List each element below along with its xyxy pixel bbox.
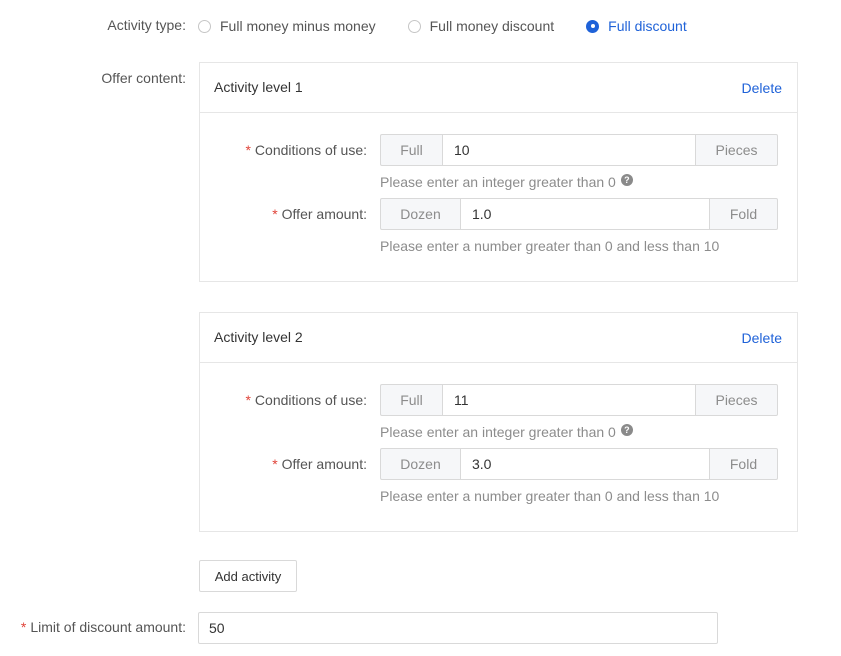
panel-header: Activity level 2 Delete bbox=[200, 313, 797, 363]
offer-suffix: Fold bbox=[710, 198, 778, 230]
offer-suffix: Fold bbox=[710, 448, 778, 480]
limit-of-discount-amount-label: * Limit of discount amount: bbox=[20, 619, 186, 635]
conditions-of-use-label: * Conditions of use: bbox=[245, 392, 367, 408]
radio-checked-icon bbox=[586, 19, 600, 33]
conditions-suffix: Pieces bbox=[696, 134, 778, 166]
radio-label: Full money discount bbox=[429, 18, 555, 34]
offer-amount-input[interactable]: 1.0 bbox=[460, 198, 710, 230]
required-mark: * bbox=[272, 456, 278, 472]
panel-header: Activity level 1 Delete bbox=[200, 63, 797, 113]
offer-amount-input[interactable]: 3.0 bbox=[460, 448, 710, 480]
panel-title: Activity level 2 bbox=[214, 329, 303, 345]
radio-circle-icon bbox=[407, 19, 421, 33]
activity-level-panel-2: Activity level 2 Delete * Conditions of u… bbox=[199, 312, 798, 532]
offer-amount-hint: Please enter a number greater than 0 and… bbox=[380, 488, 720, 504]
activity-type-radio-group: Full money minus money Full money discou… bbox=[198, 17, 719, 35]
conditions-input-group: Full 10 Pieces bbox=[380, 134, 778, 166]
offer-amount-label: * Offer amount: bbox=[272, 456, 367, 472]
radio-circle-icon bbox=[198, 19, 211, 33]
conditions-hint: Please enter an integer greater than 0 ? bbox=[380, 424, 633, 440]
required-mark: * bbox=[20, 619, 27, 635]
conditions-input-group: Full 11 Pieces bbox=[380, 384, 778, 416]
required-mark: * bbox=[245, 142, 251, 158]
offer-amount-input-group: Dozen 1.0 Fold bbox=[380, 198, 778, 230]
conditions-suffix: Pieces bbox=[696, 384, 778, 416]
help-icon[interactable]: ? bbox=[620, 174, 633, 186]
offer-amount-hint: Please enter a number greater than 0 and… bbox=[380, 238, 720, 254]
conditions-prefix: Full bbox=[380, 384, 442, 416]
panel-title: Activity level 1 bbox=[214, 79, 303, 95]
conditions-input[interactable]: 10 bbox=[442, 134, 696, 166]
offer-prefix: Dozen bbox=[380, 448, 460, 480]
conditions-input[interactable]: 11 bbox=[442, 384, 696, 416]
radio-full-money-discount[interactable]: Full money discount bbox=[407, 18, 555, 34]
radio-full-discount[interactable]: Full discount bbox=[586, 18, 687, 34]
limit-of-discount-amount-input[interactable]: 50 bbox=[198, 612, 718, 644]
required-mark: * bbox=[272, 206, 278, 222]
offer-amount-label: * Offer amount: bbox=[272, 206, 367, 222]
activity-level-panel-1: Activity level 1 Delete * Conditions of u… bbox=[199, 62, 798, 282]
offer-prefix: Dozen bbox=[380, 198, 460, 230]
help-icon[interactable]: ? bbox=[620, 424, 633, 436]
offer-amount-input-group: Dozen 3.0 Fold bbox=[380, 448, 778, 480]
offer-content-label: Offer content: bbox=[101, 70, 186, 86]
delete-level-1-link[interactable]: Delete bbox=[742, 80, 782, 96]
activity-type-label: Activity type: bbox=[107, 17, 186, 33]
required-mark: * bbox=[245, 392, 251, 408]
conditions-of-use-label: * Conditions of use: bbox=[245, 142, 367, 158]
radio-label: Full money minus money bbox=[220, 18, 376, 34]
radio-label: Full discount bbox=[608, 18, 687, 34]
delete-level-2-link[interactable]: Delete bbox=[742, 330, 782, 346]
add-activity-button[interactable]: Add activity bbox=[199, 560, 297, 592]
radio-full-money-minus-money[interactable]: Full money minus money bbox=[198, 18, 376, 34]
conditions-hint: Please enter an integer greater than 0 ? bbox=[380, 174, 633, 190]
conditions-prefix: Full bbox=[380, 134, 442, 166]
